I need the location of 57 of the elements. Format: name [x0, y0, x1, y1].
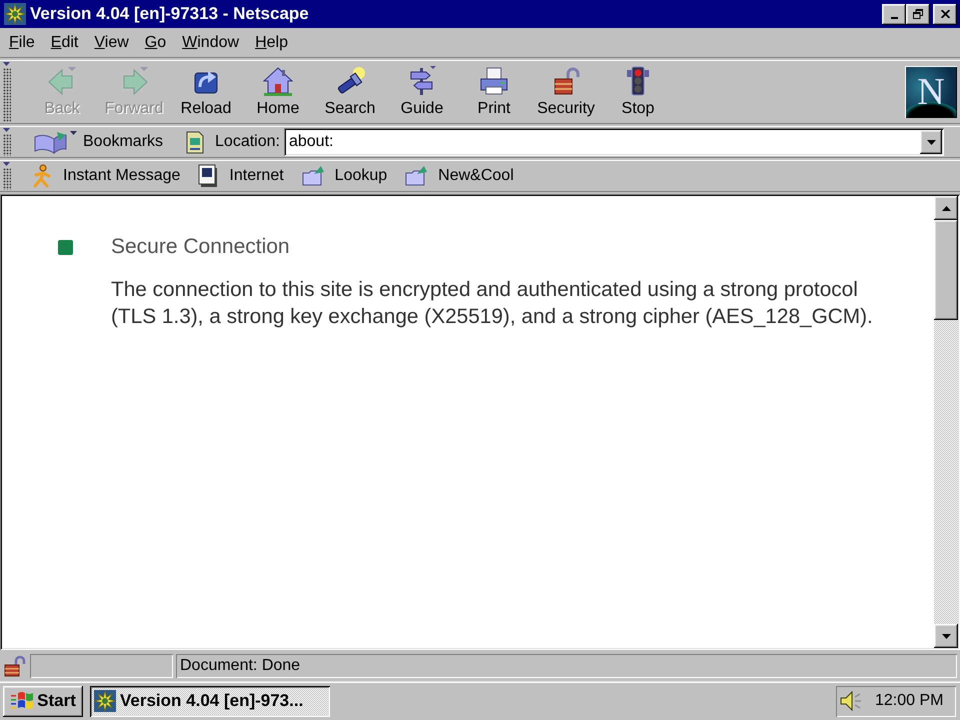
- toolbar-button[interactable]: Instant Message: [31, 164, 180, 188]
- toolbar-button[interactable]: Home: [242, 63, 314, 121]
- book-icon: [32, 129, 78, 155]
- grip-handle[interactable]: [2, 62, 11, 122]
- location-label: Location:: [215, 133, 280, 151]
- folder-icon: [300, 165, 325, 187]
- menu-item[interactable]: Window: [174, 32, 248, 54]
- bookmarks-button[interactable]: Bookmarks: [32, 129, 164, 155]
- running-figure-icon: [31, 164, 53, 188]
- section-title: Secure Connection: [111, 235, 291, 259]
- folder-icon: [404, 165, 428, 187]
- toolbar-button[interactable]: Lookup: [300, 164, 388, 188]
- restore-icon: [913, 9, 923, 19]
- speaker-icon[interactable]: [839, 689, 863, 713]
- menu-item[interactable]: View: [86, 32, 137, 54]
- scroll-down-button[interactable]: [934, 624, 958, 648]
- caret-icon: [926, 140, 936, 144]
- document-icon: [197, 164, 220, 188]
- menu-item[interactable]: Edit: [42, 32, 86, 54]
- toolbar-button[interactable]: Stop: [602, 63, 674, 121]
- scroll-up-button[interactable]: [934, 196, 958, 220]
- restore-button[interactable]: [906, 4, 930, 24]
- menu-item[interactable]: Help: [247, 32, 296, 54]
- grip-handle[interactable]: [2, 128, 11, 156]
- location-field[interactable]: about:: [284, 128, 944, 156]
- toolbar-button[interactable]: Security: [530, 63, 602, 121]
- toolbar-button[interactable]: Guide: [386, 63, 458, 121]
- toolbar-button[interactable]: New&Cool: [404, 164, 514, 188]
- left-arrow-icon: [46, 65, 78, 97]
- logo-button[interactable]: N: [905, 66, 957, 118]
- description-text: The connection to this site is encrypted and authenticated using a strong protocol (TLS 1.3), a strong key exchange (X25519), and a strong cipher (AES_128_GCM).: [111, 277, 874, 330]
- padlock-icon[interactable]: [3, 654, 27, 676]
- clock: 12:00 PM: [875, 692, 944, 710]
- taskbar-button[interactable]: Version 4.04 [en]-973...: [90, 686, 330, 716]
- flag-icon: [10, 690, 34, 712]
- menu-item[interactable]: File: [1, 32, 43, 54]
- minimize-icon: [890, 17, 898, 19]
- up-triangle-icon: [942, 206, 950, 210]
- starburst-icon: [94, 690, 116, 712]
- toolbar-button[interactable]: Search: [314, 63, 386, 121]
- house-icon: [262, 65, 294, 97]
- close-button[interactable]: [933, 4, 957, 24]
- printer-icon: [478, 65, 510, 97]
- toolbar-button[interactable]: Reload: [170, 63, 242, 121]
- grip-handle[interactable]: [2, 162, 11, 190]
- window-title: Version 4.04 [en]-97313 - Netscape: [30, 4, 309, 24]
- menu-item[interactable]: Go: [136, 32, 174, 54]
- dropdown-button[interactable]: [920, 130, 942, 154]
- scrollbar-thumb[interactable]: [934, 220, 958, 320]
- starburst-icon: [4, 3, 26, 25]
- status-text: Document: Done: [176, 654, 957, 678]
- toolbar-button[interactable]: Internet: [197, 164, 284, 188]
- close-icon: [940, 10, 950, 18]
- toolbar-button[interactable]: Print: [458, 63, 530, 121]
- start-button[interactable]: Start: [3, 686, 83, 716]
- minimize-button[interactable]: [882, 4, 906, 24]
- down-triangle-icon: [942, 634, 950, 638]
